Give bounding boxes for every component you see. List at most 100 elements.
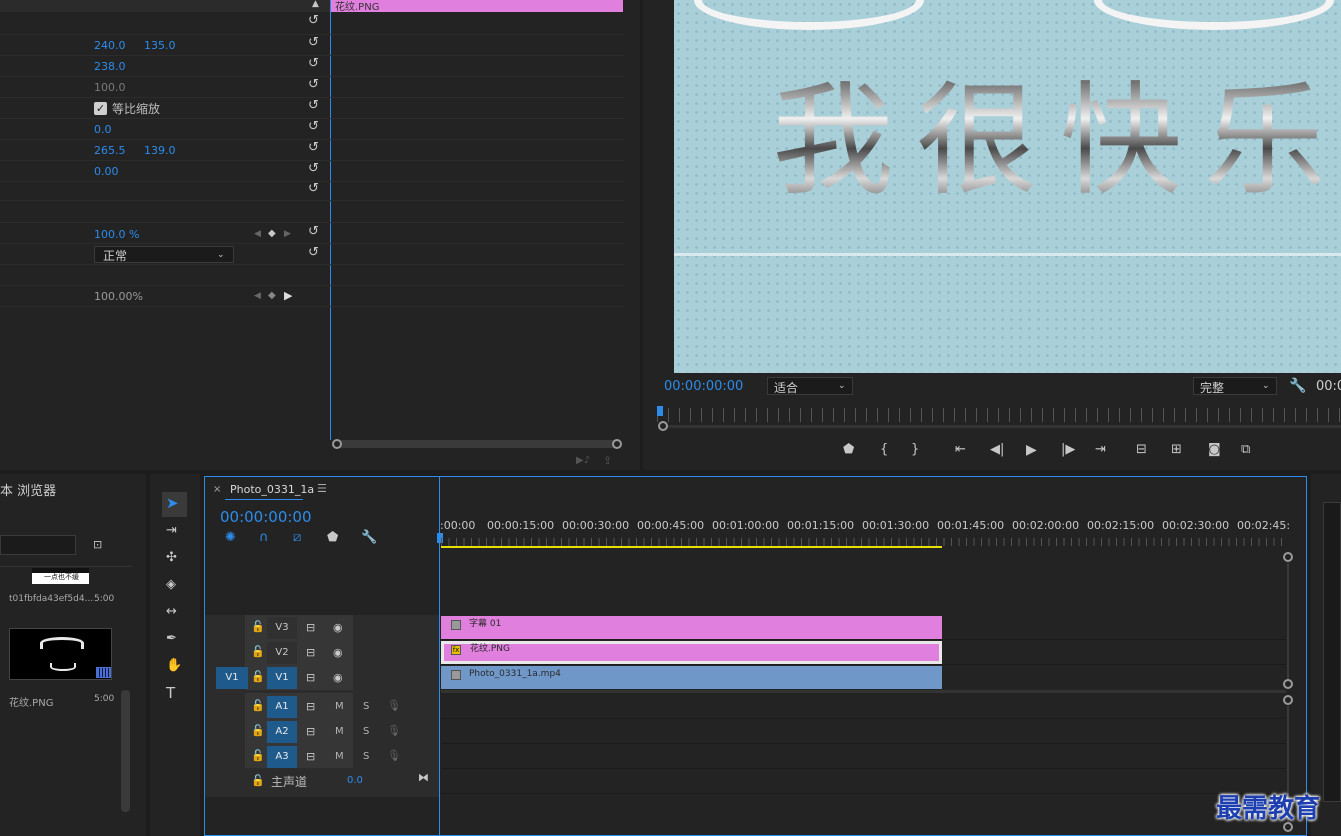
scroll-handle-left[interactable] — [332, 439, 342, 449]
play-audio-icon[interactable]: ▶♪ — [576, 454, 590, 468]
effect-clip-bar[interactable]: 花纹.PNG — [331, 0, 623, 13]
project-item-thumbnail[interactable] — [9, 628, 112, 680]
anchor-y-value[interactable]: 139.0 — [144, 144, 176, 157]
step-back-icon[interactable]: ◀| — [990, 443, 1004, 457]
uniform-scale-checkbox[interactable]: ✓ — [94, 102, 107, 115]
mark-out-icon[interactable]: } — [911, 443, 919, 457]
program-video-frame[interactable]: 我很快乐 — [674, 0, 1341, 373]
slip-tool-icon[interactable]: ↔ — [166, 605, 177, 619]
reset-icon[interactable]: ↺ — [308, 57, 320, 70]
export-icon[interactable]: ⇪ — [603, 454, 612, 468]
sync-lock-icon[interactable]: ⊟ — [306, 646, 315, 660]
clip-title-01[interactable]: 字幕 01 — [441, 616, 942, 639]
effect-zoom-scrollbar[interactable] — [336, 440, 618, 448]
track-target-v3[interactable]: V3 — [267, 617, 297, 639]
ripple-edit-tool-icon[interactable]: ✣ — [166, 551, 177, 565]
nest-icon[interactable]: ✺ — [225, 531, 236, 545]
mute-button[interactable]: M — [335, 701, 344, 712]
hand-tool-icon[interactable]: ✋ — [166, 659, 182, 673]
eye-icon[interactable]: ◉ — [333, 646, 343, 660]
lock-track-icon[interactable]: 🔓 — [251, 620, 265, 634]
sequence-menu-icon[interactable]: ☰ — [317, 482, 327, 495]
lock-track-icon[interactable]: 🔓 — [251, 645, 265, 659]
prev-keyframe-icon[interactable]: ◀ — [254, 289, 261, 303]
step-forward-icon[interactable]: |▶ — [1061, 443, 1075, 457]
speed-value[interactable]: 100.00% — [94, 290, 143, 303]
clip-png-selected[interactable]: fx 花纹.PNG — [441, 641, 942, 664]
program-mini-ruler[interactable] — [657, 408, 1341, 422]
type-tool-icon[interactable]: T — [166, 686, 175, 701]
program-timecode[interactable]: 00:00:00:00 — [664, 379, 743, 394]
track-target-v2[interactable]: V2 — [267, 642, 297, 664]
timeline-ruler-ticks[interactable] — [441, 538, 1286, 546]
eye-icon[interactable]: ◉ — [333, 671, 343, 685]
fit-select[interactable]: 适合 ⌄ — [767, 377, 853, 395]
sync-lock-icon[interactable]: ⊟ — [306, 750, 315, 764]
reset-icon[interactable]: ↺ — [308, 14, 320, 27]
add-marker-icon[interactable]: ⬟ — [843, 443, 854, 457]
lock-track-icon[interactable]: 🔓 — [251, 699, 265, 713]
clip-video[interactable]: Photo_0331_1a.mp4 — [441, 666, 942, 689]
v-scroll-handle[interactable] — [1283, 679, 1293, 689]
go-to-in-icon[interactable]: ⇤ — [955, 443, 966, 457]
antiflicker-value[interactable]: 0.00 — [94, 165, 119, 178]
project-panel-title[interactable]: 本 浏览器 — [0, 480, 56, 499]
mute-button[interactable]: M — [335, 751, 344, 762]
project-scrollbar[interactable] — [121, 690, 130, 812]
zoom-handle[interactable] — [658, 421, 668, 431]
track-target-a2[interactable]: A2 — [267, 721, 297, 743]
eye-icon[interactable]: ◉ — [333, 621, 343, 635]
sync-lock-icon[interactable]: ⊟ — [306, 621, 315, 635]
play-icon[interactable]: ▶ — [1026, 443, 1037, 457]
project-item-thumbnail[interactable]: 一点也不缓 — [32, 568, 89, 584]
prev-keyframe-icon[interactable]: ◀ — [254, 227, 261, 241]
track-target-a1[interactable]: A1 — [267, 696, 297, 718]
scale-value[interactable]: 238.0 — [94, 60, 126, 73]
pen-tool-icon[interactable]: ✒ — [166, 632, 177, 646]
lock-track-icon[interactable]: 🔓 — [251, 749, 265, 763]
track-select-tool-icon[interactable]: ⇥ — [166, 524, 177, 538]
position-y-value[interactable]: 135.0 — [144, 39, 176, 52]
source-patch-v1[interactable]: V1 — [216, 667, 248, 689]
v-scroll-handle[interactable] — [1283, 552, 1293, 562]
close-sequence-icon[interactable]: × — [213, 484, 221, 495]
rotation-value[interactable]: 0.0 — [94, 123, 112, 136]
lift-icon[interactable]: ⊟ — [1136, 443, 1147, 457]
lock-track-icon[interactable]: 🔓 — [251, 724, 265, 738]
microphone-icon[interactable]: 🎙 — [387, 749, 401, 763]
collapse-up-icon[interactable]: ▲ — [312, 0, 319, 11]
v-scroll-track[interactable] — [1287, 563, 1289, 679]
reset-icon[interactable]: ↺ — [308, 182, 320, 195]
mute-button[interactable]: M — [335, 726, 344, 737]
sync-lock-icon[interactable]: ⊟ — [306, 725, 315, 739]
reset-icon[interactable]: ↺ — [308, 246, 320, 259]
microphone-icon[interactable]: 🎙 — [387, 699, 401, 713]
program-playhead[interactable] — [657, 406, 663, 416]
settings-wrench-icon[interactable]: 🔧 — [1289, 379, 1306, 393]
mark-in-icon[interactable]: { — [880, 443, 888, 457]
project-search-input[interactable] — [0, 535, 76, 555]
next-keyframe-icon[interactable]: ▶ — [284, 227, 291, 241]
v-scroll-handle[interactable] — [1283, 695, 1293, 705]
solo-button[interactable]: S — [363, 701, 369, 712]
blend-mode-select[interactable]: 正常 ⌄ — [94, 246, 234, 263]
go-to-out-icon[interactable]: ⇥ — [1095, 443, 1106, 457]
linked-selection-icon[interactable]: ⧄ — [293, 531, 301, 545]
lock-track-icon[interactable]: 🔓 — [251, 774, 265, 788]
lock-track-icon[interactable]: 🔓 — [251, 670, 265, 684]
next-keyframe-icon[interactable]: ▶ — [284, 289, 292, 303]
add-keyframe-icon[interactable]: ◆ — [268, 227, 276, 241]
solo-button[interactable]: S — [363, 751, 369, 762]
master-go-to-end-icon[interactable]: ⧓ — [418, 771, 429, 785]
sync-lock-icon[interactable]: ⊟ — [306, 671, 315, 685]
reset-icon[interactable]: ↺ — [308, 120, 320, 133]
microphone-icon[interactable]: 🎙 — [387, 724, 401, 738]
opacity-value[interactable]: 100.0 % — [94, 228, 139, 241]
reset-icon[interactable]: ↺ — [308, 78, 320, 91]
razor-tool-icon[interactable]: ◈ — [166, 578, 176, 592]
reset-icon[interactable]: ↺ — [308, 162, 320, 175]
extract-icon[interactable]: ⊞ — [1171, 443, 1182, 457]
sequence-tab[interactable]: Photo_0331_1a — [230, 483, 314, 496]
quality-select[interactable]: 完整 ⌄ — [1193, 377, 1277, 395]
snap-magnet-icon[interactable]: ∩ — [259, 531, 269, 545]
